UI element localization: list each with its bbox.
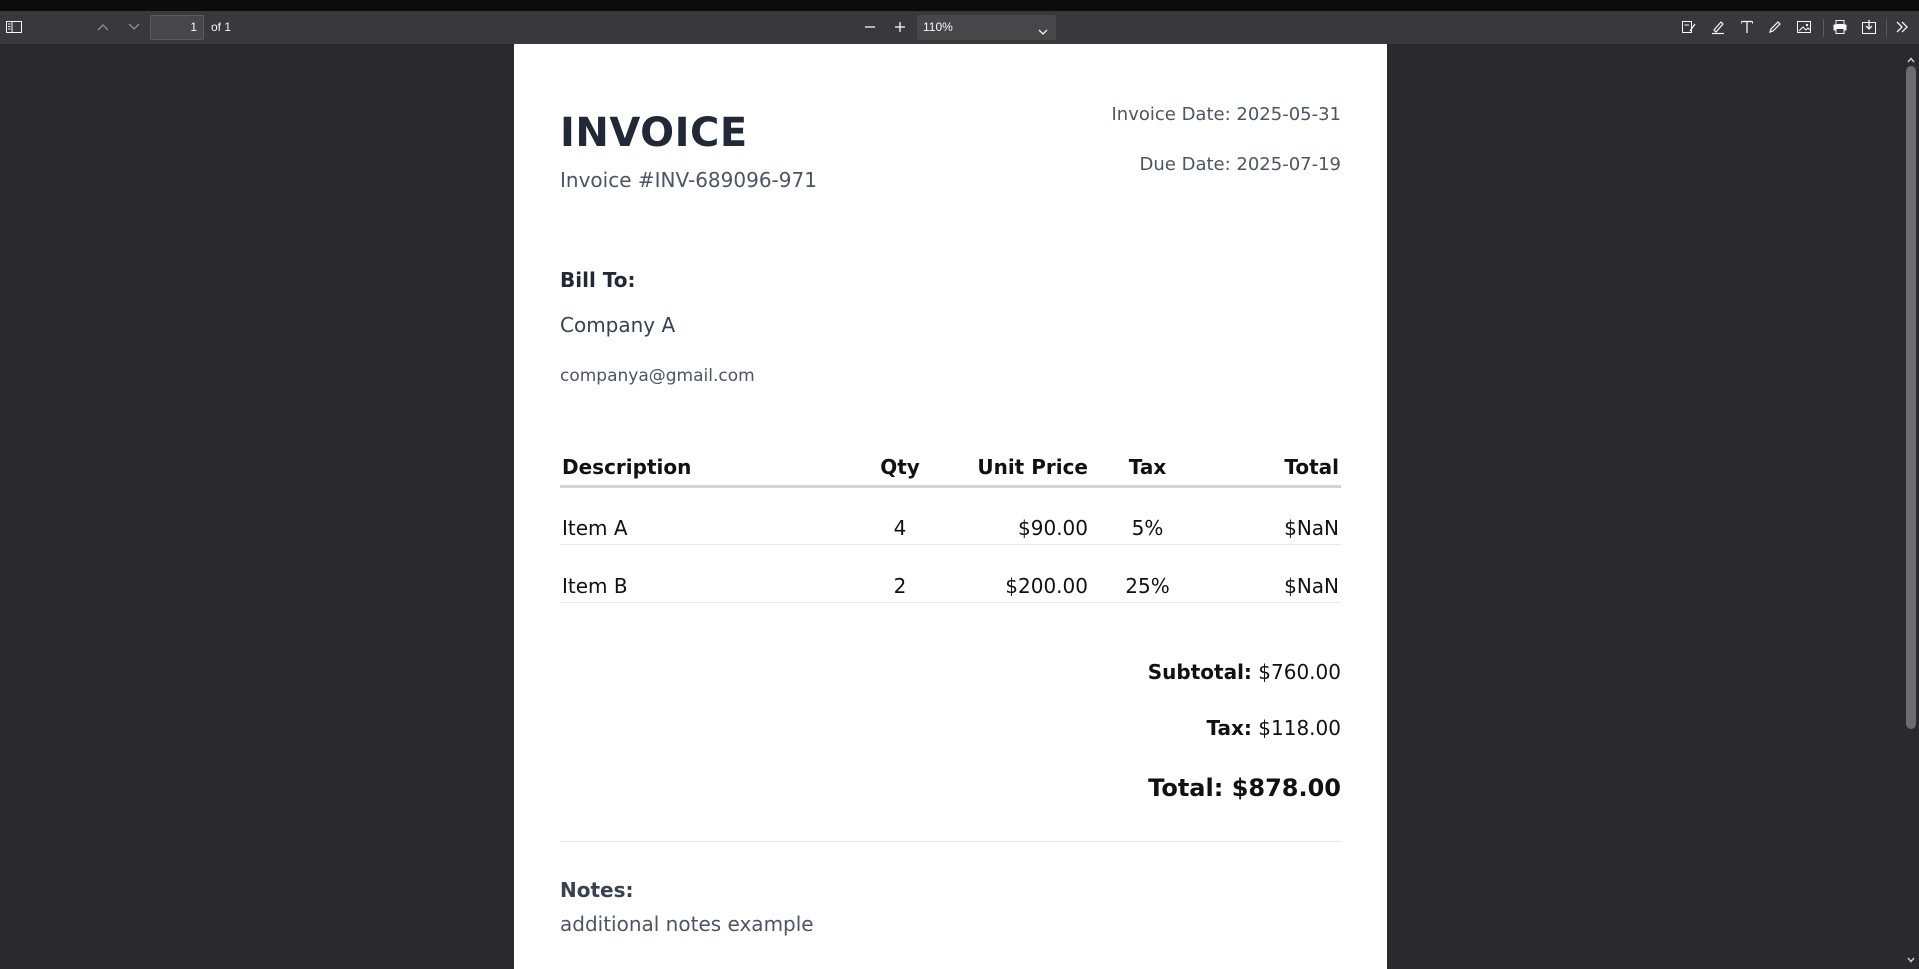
highlight-text-button[interactable]	[1676, 14, 1702, 40]
invoice-title: INVOICE	[560, 110, 748, 156]
pdf-page: INVOICE Invoice #INV-689096-971 Invoice …	[514, 44, 1387, 969]
notes-text: additional notes example	[560, 912, 814, 936]
minus-icon	[863, 20, 877, 34]
table-header-row: Description Qty Unit Price Tax Total	[560, 449, 1341, 488]
plus-icon	[893, 20, 907, 34]
subtotal-value: $760.00	[1258, 660, 1341, 684]
draw-tool-button[interactable]	[1762, 14, 1788, 40]
notes-label: Notes:	[560, 878, 634, 902]
column-header-unit-price: Unit Price	[950, 449, 1090, 488]
tax-line: Tax: $118.00	[1206, 716, 1341, 740]
print-button[interactable]	[1827, 14, 1853, 40]
item-tax: 25%	[1090, 544, 1205, 603]
toolbar-separator	[1823, 19, 1824, 37]
invoice-number: Invoice #INV-689096-971	[560, 168, 817, 192]
page-count-label: of 1	[211, 20, 232, 34]
text-icon	[1739, 19, 1755, 35]
scrollbar-thumb[interactable]	[1906, 66, 1916, 729]
tax-value: $118.00	[1258, 716, 1341, 740]
column-header-qty: Qty	[850, 449, 950, 488]
item-description: Item A	[560, 486, 850, 545]
column-header-total: Total	[1205, 449, 1341, 488]
save-button[interactable]	[1856, 14, 1882, 40]
bill-to-company: Company A	[560, 313, 676, 337]
add-image-button[interactable]	[1791, 14, 1817, 40]
zoom-out-button[interactable]	[857, 14, 883, 40]
line-items-table: Description Qty Unit Price Tax Total Ite…	[560, 449, 1341, 603]
vertical-scrollbar[interactable]	[1903, 44, 1919, 969]
subtotal-label: Subtotal:	[1147, 660, 1252, 684]
item-unit-price: $90.00	[950, 486, 1090, 545]
chevron-down-icon	[1037, 22, 1049, 45]
chevron-up-icon	[96, 22, 110, 32]
item-unit-price: $200.00	[950, 544, 1090, 603]
printer-icon	[1832, 19, 1848, 35]
total-value: $878.00	[1231, 774, 1341, 802]
pen-icon	[1767, 19, 1783, 35]
table-row: Item B 2 $200.00 25% $NaN	[560, 544, 1341, 603]
chevron-down-icon	[127, 22, 141, 32]
window-top-strip	[0, 0, 1919, 11]
sign-icon	[1681, 19, 1697, 35]
previous-page-button[interactable]	[90, 14, 116, 40]
sidebar-icon	[6, 21, 22, 33]
total-label: Total:	[1148, 774, 1224, 802]
zoom-value: 110%	[923, 20, 953, 34]
section-divider	[560, 841, 1341, 842]
tax-label: Tax:	[1206, 716, 1252, 740]
text-tool-button[interactable]	[1734, 14, 1760, 40]
sidebar-toggle-button[interactable]	[1, 14, 27, 40]
download-icon	[1861, 19, 1877, 35]
subtotal-line: Subtotal: $760.00	[1148, 660, 1341, 684]
item-qty: 4	[850, 486, 950, 545]
double-chevron-right-icon	[1894, 20, 1910, 34]
column-header-description: Description	[560, 449, 850, 488]
image-icon	[1796, 19, 1812, 35]
zoom-select[interactable]: 110%	[917, 15, 1056, 40]
zoom-in-button[interactable]	[887, 14, 913, 40]
tools-menu-button[interactable]	[1889, 14, 1915, 40]
highlight-button[interactable]	[1705, 14, 1731, 40]
next-page-button[interactable]	[121, 14, 147, 40]
item-qty: 2	[850, 544, 950, 603]
highlighter-icon	[1710, 19, 1726, 35]
pdf-viewer-container[interactable]: INVOICE Invoice #INV-689096-971 Invoice …	[0, 44, 1919, 969]
due-date: Due Date: 2025-07-19	[1139, 154, 1341, 175]
scroll-up-arrow-icon[interactable]	[1907, 48, 1915, 67]
table-row: Item A 4 $90.00 5% $NaN	[560, 486, 1341, 545]
page-number-input[interactable]: 1	[150, 15, 204, 40]
total-line: Total: $878.00	[1148, 774, 1341, 802]
item-total: $NaN	[1205, 486, 1341, 545]
pdf-toolbar: 1 of 1 110%	[0, 11, 1919, 44]
item-total: $NaN	[1205, 544, 1341, 603]
scroll-down-arrow-icon[interactable]	[1907, 948, 1915, 967]
bill-to-email: companya@gmail.com	[560, 366, 755, 386]
item-tax: 5%	[1090, 486, 1205, 545]
column-header-tax: Tax	[1090, 449, 1205, 488]
toolbar-separator	[1886, 19, 1887, 37]
bill-to-label: Bill To:	[560, 268, 636, 292]
item-description: Item B	[560, 544, 850, 603]
invoice-date: Invoice Date: 2025-05-31	[1111, 104, 1342, 125]
